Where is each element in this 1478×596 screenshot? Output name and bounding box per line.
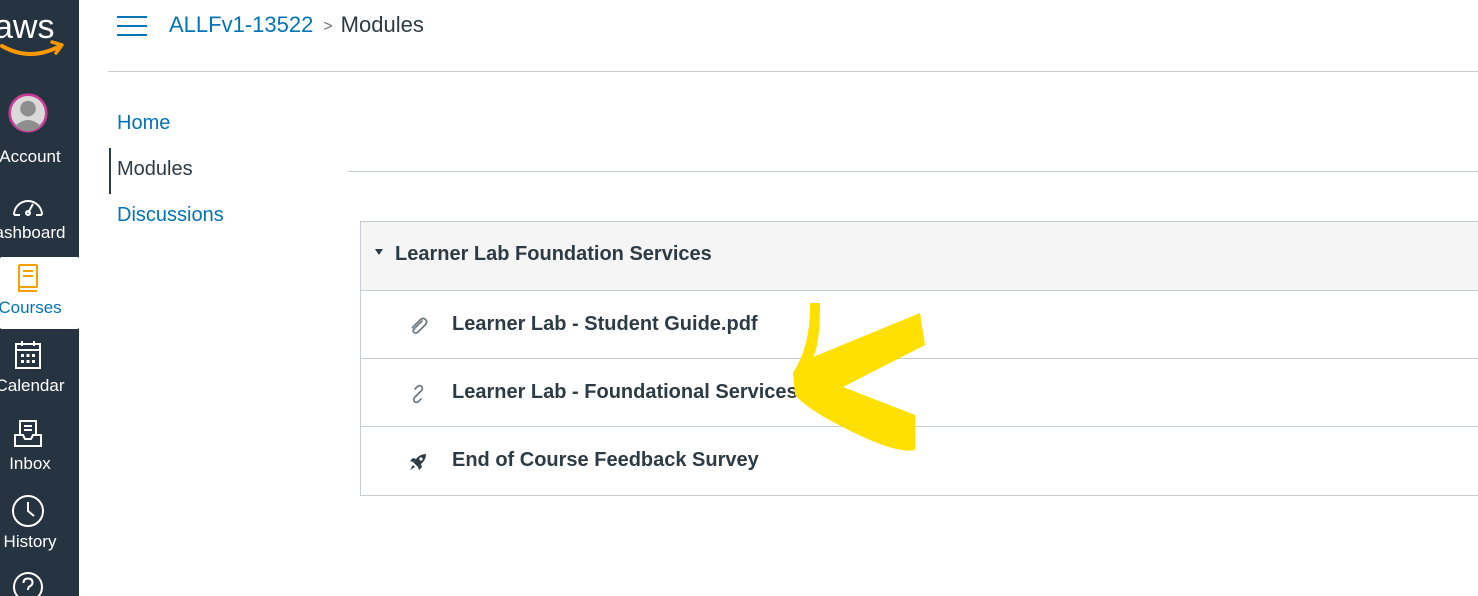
breadcrumb-course-link[interactable]: ALLFv1-13522 bbox=[169, 12, 313, 37]
content-divider bbox=[348, 171, 1478, 172]
nav-courses[interactable]: Courses bbox=[0, 257, 79, 329]
breadcrumb: ALLFv1-13522 > Modules bbox=[169, 12, 424, 38]
history-icon bbox=[8, 494, 48, 528]
aws-logo-text: aws bbox=[0, 8, 54, 46]
module-item-title[interactable]: Learner Lab - Foundational Services bbox=[452, 381, 798, 404]
account-avatar-icon bbox=[8, 93, 48, 133]
nav-courses-label: Courses bbox=[0, 298, 62, 317]
rocket-icon bbox=[407, 451, 429, 473]
collapse-caret-icon[interactable] bbox=[375, 249, 383, 255]
nav-inbox-label: Inbox bbox=[9, 454, 51, 473]
course-nav-modules[interactable]: Modules bbox=[117, 158, 193, 181]
nav-dashboard[interactable]: ashboard bbox=[0, 186, 79, 248]
attachment-icon bbox=[407, 315, 429, 337]
nav-calendar-label: Calendar bbox=[0, 376, 65, 395]
course-nav-active-indicator bbox=[109, 148, 111, 194]
courses-icon bbox=[8, 261, 48, 295]
module-item-title[interactable]: End of Course Feedback Survey bbox=[452, 449, 759, 472]
nav-history-label: History bbox=[3, 532, 57, 551]
breadcrumb-separator: > bbox=[323, 18, 333, 35]
help-icon bbox=[8, 570, 48, 596]
course-menu-toggle-button[interactable] bbox=[117, 14, 147, 38]
link-icon bbox=[407, 383, 429, 405]
aws-logo[interactable]: aws bbox=[0, 4, 70, 60]
nav-calendar[interactable]: Calendar bbox=[0, 336, 79, 398]
dashboard-icon bbox=[8, 188, 48, 222]
annotation-arrow bbox=[793, 303, 925, 451]
nav-dashboard-label: ashboard bbox=[0, 223, 66, 242]
header-divider bbox=[108, 71, 1478, 72]
nav-inbox[interactable]: Inbox bbox=[0, 414, 79, 476]
nav-help[interactable] bbox=[0, 570, 79, 596]
nav-account-label: Account bbox=[0, 147, 61, 166]
course-nav-discussions[interactable]: Discussions bbox=[117, 204, 224, 227]
nav-account[interactable]: Account bbox=[0, 93, 79, 168]
module-item-title[interactable]: Learner Lab - Student Guide.pdf bbox=[452, 313, 758, 336]
inbox-icon bbox=[8, 416, 48, 450]
calendar-icon bbox=[8, 338, 48, 372]
course-nav-home[interactable]: Home bbox=[117, 112, 170, 135]
module-header[interactable]: Learner Lab Foundation Services bbox=[361, 222, 1478, 291]
module-title: Learner Lab Foundation Services bbox=[395, 243, 712, 265]
global-nav: aws Account ashboard Courses Calendar In… bbox=[0, 0, 79, 596]
breadcrumb-current: Modules bbox=[340, 12, 424, 37]
nav-history[interactable]: History bbox=[0, 494, 79, 556]
